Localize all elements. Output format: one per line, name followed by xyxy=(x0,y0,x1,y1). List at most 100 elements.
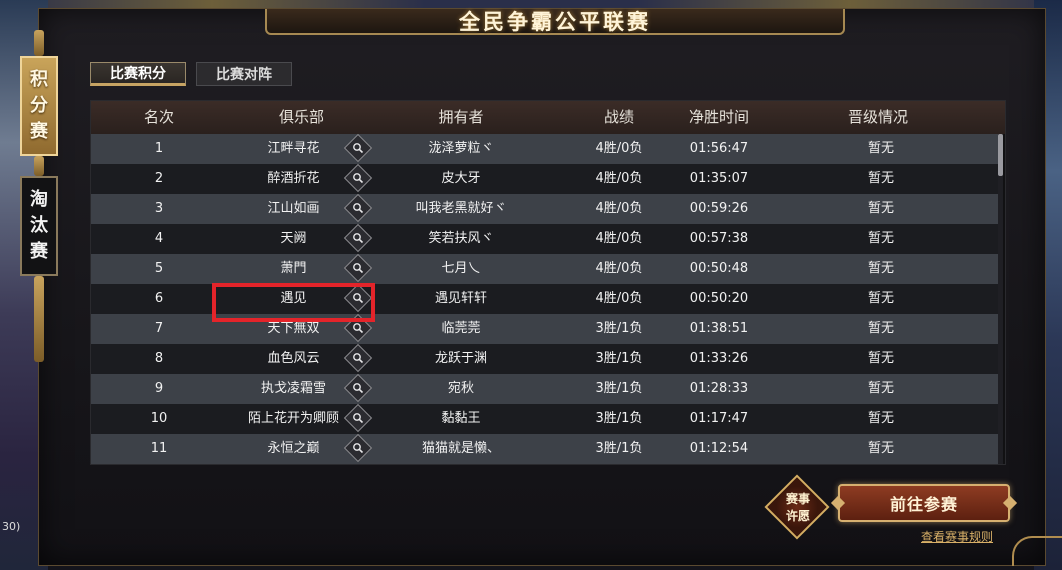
owner-cell: 宛秋 xyxy=(447,381,474,396)
club-cell: 执戈凌霜雪 xyxy=(260,381,326,396)
net-time-cell: 00:50:20 xyxy=(689,291,749,306)
view-rules-link[interactable]: 查看赛事规则 xyxy=(921,528,1011,546)
tab-match-bracket[interactable]: 比赛对阵 xyxy=(196,62,292,86)
join-match-button[interactable]: 前往参赛 xyxy=(838,484,1010,522)
tab-match-points[interactable]: 比赛积分 xyxy=(90,62,186,86)
promotion-cell: 暂无 xyxy=(867,231,894,246)
header-net-time: 净胜时间 xyxy=(688,108,749,126)
side-tab-points-match[interactable]: 积 分 赛 xyxy=(20,56,58,156)
rank-cell: 3 xyxy=(154,201,164,216)
side-tab-char: 赛 xyxy=(30,121,48,142)
promotion-cell: 暂无 xyxy=(867,411,894,426)
club-cell: 永恒之巅 xyxy=(267,441,320,456)
magnifier-icon[interactable] xyxy=(343,253,373,283)
header-club: 俱乐部 xyxy=(278,108,324,126)
promotion-cell: 暂无 xyxy=(867,441,894,456)
side-tab-char: 积 xyxy=(30,69,48,90)
table-row[interactable]: 6 遇见 遇见轩轩 4胜/0负 00:50:20 暂无 xyxy=(91,283,999,314)
tassel-ornament xyxy=(34,156,44,176)
net-time-cell: 00:50:48 xyxy=(689,261,749,276)
table-row[interactable]: 8 血色风云 龙跃于渊 3胜/1负 01:33:26 暂无 xyxy=(91,343,999,374)
table-row[interactable]: 1 江畔寻花 泷泽萝粒ヾ 4胜/0负 01:56:47 暂无 xyxy=(91,133,999,164)
club-cell: 遇见 xyxy=(280,291,307,306)
owner-cell: 皮大牙 xyxy=(441,171,481,186)
wish-line-2: 许愿 xyxy=(785,509,810,523)
table-scrollbar[interactable] xyxy=(998,134,1003,464)
side-tab-char: 赛 xyxy=(30,241,48,262)
header-rank: 名次 xyxy=(143,108,174,126)
magnifier-icon[interactable] xyxy=(343,403,373,433)
table-row[interactable]: 11 永恒之巅 猫猫就是懒、 3胜/1负 01:12:54 暂无 xyxy=(91,433,999,464)
event-wish-button[interactable]: 赛事 许愿 xyxy=(776,488,820,528)
magnifier-icon[interactable] xyxy=(343,133,373,163)
net-time-cell: 01:12:54 xyxy=(689,441,749,456)
club-cell: 醉酒折花 xyxy=(267,171,320,186)
record-cell: 3胜/1负 xyxy=(595,321,643,336)
record-cell: 4胜/0负 xyxy=(595,141,643,156)
side-tab-char: 分 xyxy=(30,95,48,116)
table-header: 名次 俱乐部 拥有者 战绩 净胜时间 晋级情况 xyxy=(91,101,1005,134)
promotion-cell: 暂无 xyxy=(867,201,894,216)
table-row[interactable]: 2 醉酒折花 皮大牙 4胜/0负 01:35:07 暂无 xyxy=(91,163,999,194)
club-cell: 江山如画 xyxy=(267,201,320,216)
rank-cell: 10 xyxy=(150,411,168,426)
net-time-cell: 01:28:33 xyxy=(689,381,749,396)
magnifier-icon[interactable] xyxy=(343,343,373,373)
magnifier-icon[interactable] xyxy=(343,313,373,343)
header-record: 战绩 xyxy=(603,108,634,126)
net-time-cell: 01:33:26 xyxy=(689,351,749,366)
header-owner: 拥有者 xyxy=(438,108,484,126)
club-cell: 萧門 xyxy=(280,261,307,276)
magnifier-icon[interactable] xyxy=(343,433,373,463)
side-tab-char: 汰 xyxy=(30,215,48,236)
net-time-cell: 01:35:07 xyxy=(689,171,749,186)
net-time-cell: 01:38:51 xyxy=(689,321,749,336)
rank-cell: 9 xyxy=(154,381,164,396)
tassel-ornament xyxy=(34,30,44,56)
record-cell: 4胜/0负 xyxy=(595,261,643,276)
rank-cell: 6 xyxy=(154,291,164,306)
promotion-cell: 暂无 xyxy=(867,291,894,306)
corner-ornament xyxy=(1012,536,1062,566)
table-row[interactable]: 10 陌上花开为卿顾 黏黏王 3胜/1负 01:17:47 暂无 xyxy=(91,403,999,434)
net-time-cell: 00:57:38 xyxy=(689,231,749,246)
promotion-cell: 暂无 xyxy=(867,261,894,276)
record-cell: 4胜/0负 xyxy=(595,201,643,216)
promotion-cell: 暂无 xyxy=(867,141,894,156)
magnifier-icon[interactable] xyxy=(343,223,373,253)
magnifier-icon[interactable] xyxy=(343,193,373,223)
side-tab-char: 淘 xyxy=(30,189,48,210)
club-cell: 天阙 xyxy=(280,231,307,246)
page-title: 全民争霸公平联赛 xyxy=(459,9,651,34)
scrollbar-thumb[interactable] xyxy=(998,134,1003,176)
magnifier-icon[interactable] xyxy=(343,373,373,403)
club-cell: 陌上花开为卿顾 xyxy=(247,411,339,426)
record-cell: 4胜/0负 xyxy=(595,291,643,306)
table-row[interactable]: 4 天阙 笑若扶风ヾ 4胜/0负 00:57:38 暂无 xyxy=(91,223,999,254)
side-tab-knockout[interactable]: 淘 汰 赛 xyxy=(20,176,58,276)
magnifier-icon[interactable] xyxy=(343,283,373,313)
promotion-cell: 暂无 xyxy=(867,351,894,366)
rank-cell: 4 xyxy=(154,231,164,246)
owner-cell: 叫我老黑就好ヾ xyxy=(415,201,507,216)
table-row[interactable]: 9 执戈凌霜雪 宛秋 3胜/1负 01:28:33 暂无 xyxy=(91,373,999,404)
owner-cell: 龙跃于渊 xyxy=(434,351,487,366)
table-row[interactable]: 5 萧門 七月乀 4胜/0负 00:50:48 暂无 xyxy=(91,253,999,284)
title-banner: 全民争霸公平联赛 xyxy=(265,9,845,35)
record-cell: 3胜/1负 xyxy=(595,441,643,456)
record-cell: 4胜/0负 xyxy=(595,171,643,186)
promotion-cell: 暂无 xyxy=(867,381,894,396)
table-row[interactable]: 3 江山如画 叫我老黑就好ヾ 4胜/0负 00:59:26 暂无 xyxy=(91,193,999,224)
promotion-cell: 暂无 xyxy=(867,171,894,186)
owner-cell: 临莞莞 xyxy=(441,321,481,336)
rank-cell: 8 xyxy=(154,351,164,366)
magnifier-icon[interactable] xyxy=(343,163,373,193)
tassel-ornament xyxy=(34,276,44,362)
rank-cell: 5 xyxy=(154,261,164,276)
rank-cell: 1 xyxy=(154,141,164,156)
net-time-cell: 01:17:47 xyxy=(689,411,749,426)
record-cell: 3胜/1负 xyxy=(595,411,643,426)
club-cell: 天下無双 xyxy=(267,321,320,336)
wish-line-1: 赛事 xyxy=(785,492,810,506)
table-row[interactable]: 7 天下無双 临莞莞 3胜/1负 01:38:51 暂无 xyxy=(91,313,999,344)
